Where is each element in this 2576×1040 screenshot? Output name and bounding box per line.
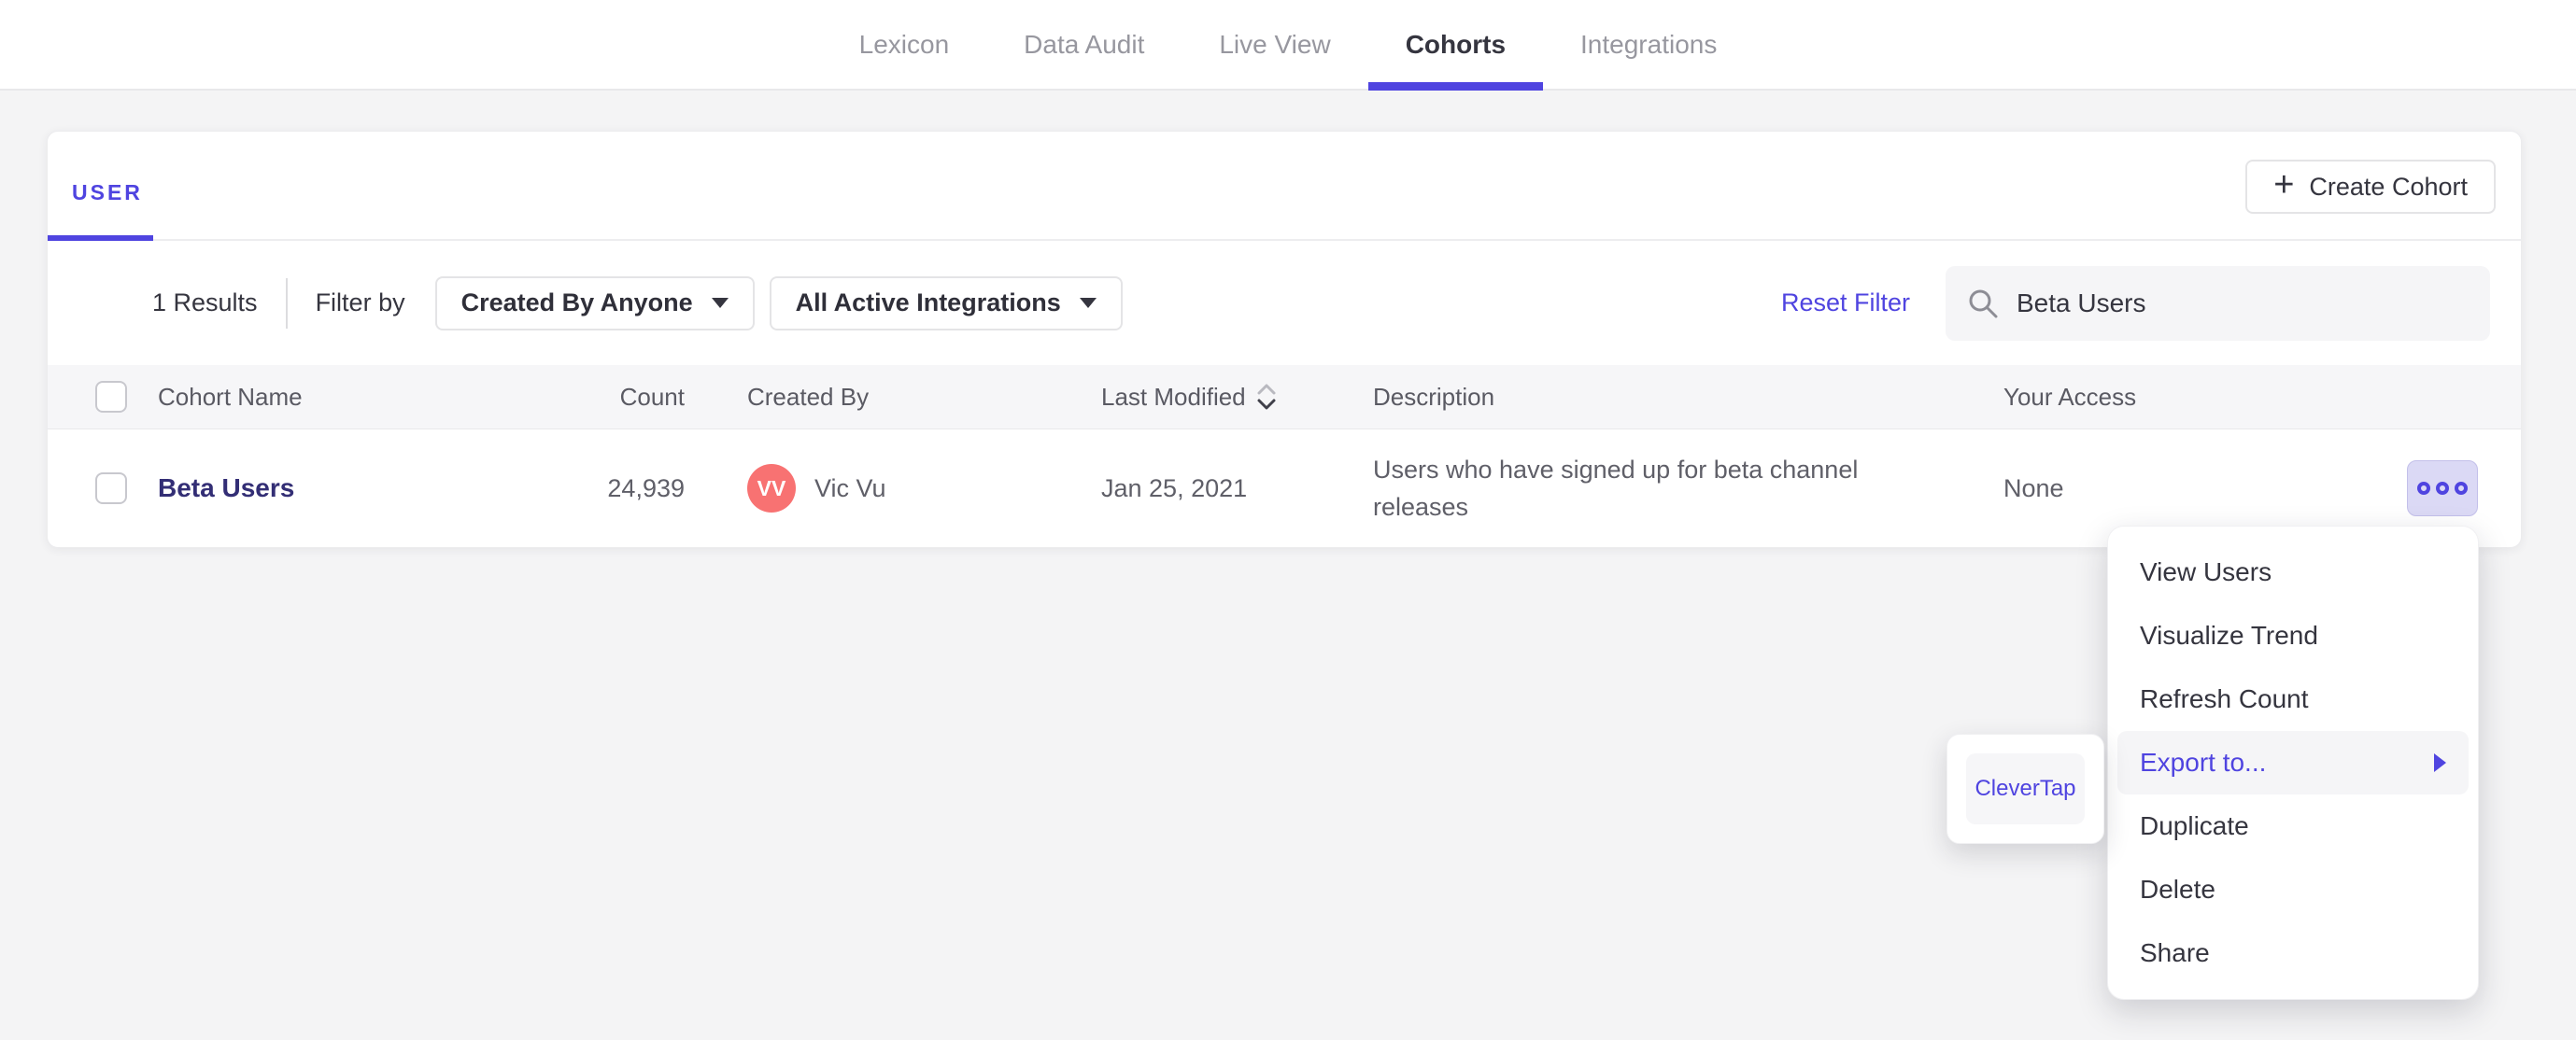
your-access-value: None <box>2003 473 2064 502</box>
row-checkbox-cell <box>48 472 158 504</box>
tab-label: Data Audit <box>1024 29 1145 59</box>
row-checkbox[interactable] <box>95 472 127 504</box>
tab-label: Integrations <box>1580 29 1718 59</box>
integrations-dropdown-value: All Active Integrations <box>795 288 1061 316</box>
menu-item-export-to[interactable]: Export to... <box>2117 731 2469 794</box>
tab-integrations[interactable]: Integrations <box>1543 0 1754 89</box>
top-navigation: Lexicon Data Audit Live View Cohorts Int… <box>0 0 2576 91</box>
tab-live-view[interactable]: Live View <box>1182 0 1367 89</box>
select-all-checkbox[interactable] <box>95 381 127 413</box>
chevron-down-icon <box>711 298 729 308</box>
tab-label: Cohorts <box>1405 29 1507 59</box>
vertical-divider <box>285 277 288 329</box>
col-header-count[interactable]: Count <box>559 383 685 412</box>
search-icon <box>1969 289 1998 317</box>
plus-icon: + <box>2273 165 2295 204</box>
col-header-your-access[interactable]: Your Access <box>2003 383 2358 412</box>
menu-item-visualize-trend[interactable]: Visualize Trend <box>2117 604 2469 668</box>
results-count: 1 Results <box>152 288 258 316</box>
export-submenu: CleverTap <box>1946 734 2104 844</box>
created-by-name: Vic Vu <box>814 473 886 502</box>
tab-cohorts[interactable]: Cohorts <box>1367 0 1544 91</box>
cohort-search-box[interactable] <box>1946 265 2490 341</box>
cohort-count: 24,939 <box>607 473 685 502</box>
menu-item-refresh-count[interactable]: Refresh Count <box>2117 668 2469 731</box>
created-by-dropdown[interactable]: Created By Anyone <box>434 275 755 330</box>
tab-data-audit[interactable]: Data Audit <box>986 0 1182 89</box>
submenu-item-clevertap[interactable]: CleverTap <box>1966 753 2085 824</box>
user-tab-underline <box>48 235 153 241</box>
cohorts-card: USER + Create Cohort 1 Results Filter by… <box>47 131 2522 548</box>
avatar: VV <box>747 464 796 513</box>
col-header-description[interactable]: Description <box>1373 383 2003 412</box>
menu-item-duplicate[interactable]: Duplicate <box>2117 794 2469 858</box>
cohort-type-tabrow: USER + Create Cohort <box>48 132 2521 241</box>
table-header-row: Cohort Name Count Created By Last Modifi… <box>48 365 2521 429</box>
menu-item-share[interactable]: Share <box>2117 921 2469 985</box>
chevron-down-icon <box>1079 298 1097 308</box>
tab-label: Lexicon <box>858 29 950 59</box>
created-by-cell: VV Vic Vu <box>685 464 1101 513</box>
integrations-dropdown[interactable]: All Active Integrations <box>769 275 1123 330</box>
tab-lexicon[interactable]: Lexicon <box>822 0 987 89</box>
create-cohort-label: Create Cohort <box>2309 172 2468 201</box>
create-cohort-button[interactable]: + Create Cohort <box>2245 160 2496 214</box>
more-actions-button[interactable] <box>2407 460 2478 516</box>
active-tab-underline <box>1367 82 1544 91</box>
menu-item-view-users[interactable]: View Users <box>2117 541 2469 604</box>
created-by-dropdown-value: Created By Anyone <box>460 288 693 316</box>
reset-filter-link[interactable]: Reset Filter <box>1781 288 1910 317</box>
col-header-cohort-name[interactable]: Cohort Name <box>158 383 559 412</box>
tab-user-cohorts[interactable]: USER <box>72 180 143 205</box>
export-to-label: Export to... <box>2140 748 2267 777</box>
cohort-description: Users who have signed up for beta channe… <box>1373 456 1859 521</box>
dot-icon <box>2417 482 2430 495</box>
header-checkbox-cell <box>48 381 158 413</box>
tab-label: Live View <box>1219 29 1331 59</box>
search-input[interactable] <box>2017 288 2470 318</box>
submenu-arrow-icon <box>2434 753 2446 772</box>
last-modified-value: Jan 25, 2021 <box>1101 473 1248 502</box>
cohort-name-link[interactable]: Beta Users <box>158 473 294 502</box>
row-actions-cell <box>2358 460 2521 516</box>
filter-by-label: Filter by <box>315 288 405 316</box>
col-header-created-by[interactable]: Created By <box>685 383 1101 412</box>
col-header-last-modified[interactable]: Last Modified <box>1101 382 1373 412</box>
sort-arrows-icon <box>1257 384 1276 410</box>
filter-toolbar: 1 Results Filter by Created By Anyone Al… <box>48 241 2521 365</box>
dot-icon <box>2455 482 2468 495</box>
menu-item-delete[interactable]: Delete <box>2117 858 2469 921</box>
dot-icon <box>2436 482 2449 495</box>
cohort-actions-menu: View Users Visualize Trend Refresh Count… <box>2107 526 2479 1000</box>
last-modified-label: Last Modified <box>1101 382 1246 411</box>
